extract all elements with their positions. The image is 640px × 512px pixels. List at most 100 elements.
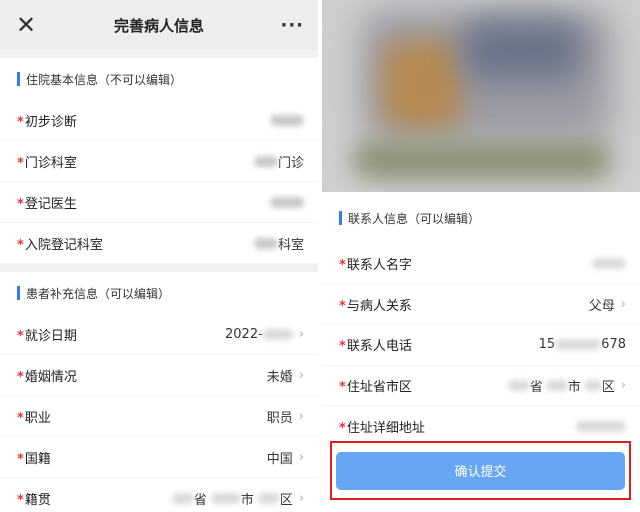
submit-highlight-box: 确认提交 xyxy=(330,441,631,500)
row-nationality[interactable]: *国籍 中国 › xyxy=(0,437,318,478)
section-accent-bar xyxy=(17,72,20,86)
row-registering-doctor: *登记医生 xyxy=(0,182,318,223)
row-label: 联系人名字 xyxy=(346,258,412,274)
section-title-basic: 住院基本信息（不可以编辑） xyxy=(0,58,318,100)
row-value xyxy=(576,420,626,432)
chevron-right-icon: › xyxy=(298,408,304,424)
section-title-text: 联系人信息（可以编辑） xyxy=(348,211,481,226)
row-label: 门诊科室 xyxy=(24,155,77,171)
row-value: 省 市 区 › xyxy=(507,376,626,395)
chevron-right-icon: › xyxy=(298,326,304,342)
row-value: 未婚 › xyxy=(267,366,304,385)
row-value xyxy=(592,258,626,270)
row-value-text: 科室 xyxy=(277,237,304,253)
row-value: 科室 xyxy=(253,234,304,253)
redacted-value xyxy=(253,237,278,249)
row-label: 国籍 xyxy=(24,451,51,467)
redacted-value xyxy=(257,493,280,504)
redacted-value xyxy=(507,379,530,391)
redacted-value xyxy=(171,493,194,504)
required-mark: * xyxy=(339,420,346,436)
contact-info-panel: 联系人信息（可以编辑） *联系人名字 *与病人关系 父母 › *联系人电话 15 6… xyxy=(322,0,640,512)
redacted-value xyxy=(555,339,602,351)
redacted-value xyxy=(262,328,293,340)
required-mark: * xyxy=(17,237,24,253)
required-mark: * xyxy=(17,155,24,171)
redacted-value xyxy=(583,379,602,391)
row-value-text: 未婚 xyxy=(266,369,293,385)
city-text: 市 xyxy=(240,493,254,508)
phone-prefix: 15 xyxy=(538,337,556,353)
row-marital-status[interactable]: *婚姻情况 未婚 › xyxy=(0,355,318,396)
row-label: 就诊日期 xyxy=(24,328,77,344)
row-label: 婚姻情况 xyxy=(24,369,77,385)
row-value-text: 2022- xyxy=(225,326,263,342)
row-initial-diagnosis: *初步诊断 xyxy=(0,100,318,141)
section-accent-bar xyxy=(339,211,342,225)
row-value: 2022- › xyxy=(225,327,304,342)
redacted-value xyxy=(270,196,304,208)
row-value: 15 678 xyxy=(539,337,626,352)
row-label: 入院登记科室 xyxy=(24,237,103,253)
province-text: 省 xyxy=(193,493,207,508)
redacted-value xyxy=(592,258,626,270)
header-bar: ✕ 完善病人信息 ··· xyxy=(0,0,318,50)
required-mark: * xyxy=(17,328,24,344)
row-value: 省 市 区 › xyxy=(171,489,304,508)
required-mark: * xyxy=(17,410,24,426)
row-label: 联系人电话 xyxy=(346,339,412,355)
row-value xyxy=(270,114,304,126)
required-mark: * xyxy=(339,298,346,314)
row-address-region[interactable]: *住址省市区 省 市 区 › xyxy=(322,366,640,406)
row-label: 与病人关系 xyxy=(346,298,412,314)
patient-info-panel: ✕ 完善病人信息 ··· 住院基本信息（不可以编辑） *初步诊断 *门诊科室 门… xyxy=(0,0,318,512)
row-value xyxy=(270,196,304,208)
page-title: 完善病人信息 xyxy=(113,16,204,35)
more-menu-icon[interactable]: ··· xyxy=(280,15,304,36)
row-value: 中国 › xyxy=(267,448,304,467)
row-value-text: 中国 xyxy=(266,451,293,467)
required-mark: * xyxy=(339,258,346,274)
section-title-supplementary: 患者补充信息（可以编辑） xyxy=(0,272,318,314)
required-mark: * xyxy=(339,379,346,395)
row-label: 住址省市区 xyxy=(346,379,412,395)
redacted-value xyxy=(576,420,626,432)
row-contact-phone[interactable]: *联系人电话 15 678 xyxy=(322,325,640,366)
chevron-right-icon: › xyxy=(298,367,304,383)
row-label: 登记医生 xyxy=(24,196,77,212)
section-title-text: 患者补充信息（可以编辑） xyxy=(26,286,171,301)
row-value-text: 门诊 xyxy=(277,155,304,171)
row-native-place[interactable]: *籍贯 省 市 区 › xyxy=(0,478,318,512)
chevron-right-icon: › xyxy=(620,296,626,312)
close-icon[interactable]: ✕ xyxy=(14,13,38,37)
row-label: 职业 xyxy=(24,410,51,426)
redacted-value xyxy=(270,114,304,126)
row-label: 籍贯 xyxy=(24,493,51,508)
section-title-text: 住院基本信息（不可以编辑） xyxy=(26,72,183,87)
redacted-value xyxy=(253,155,278,167)
section-accent-bar xyxy=(17,286,20,300)
required-mark: * xyxy=(17,114,24,130)
submit-button[interactable]: 确认提交 xyxy=(336,451,625,490)
row-value: 职员 › xyxy=(267,407,304,426)
divider xyxy=(0,50,318,58)
row-label: 住址详细地址 xyxy=(346,420,425,436)
row-value: 父母 › xyxy=(589,295,626,314)
row-relationship[interactable]: *与病人关系 父母 › xyxy=(322,285,640,325)
row-contact-name[interactable]: *联系人名字 xyxy=(322,244,640,285)
city-text: 市 xyxy=(567,379,581,395)
redacted-value xyxy=(210,493,241,504)
district-text: 区 xyxy=(279,493,293,508)
required-mark: * xyxy=(17,493,24,508)
phone-suffix: 678 xyxy=(601,337,626,353)
row-occupation[interactable]: *职业 职员 › xyxy=(0,396,318,437)
required-mark: * xyxy=(339,339,346,355)
province-text: 省 xyxy=(529,379,543,395)
redacted-value xyxy=(545,379,568,391)
chevron-right-icon: › xyxy=(298,449,304,465)
required-mark: * xyxy=(17,196,24,212)
row-visit-date[interactable]: *就诊日期 2022- › xyxy=(0,314,318,355)
row-value-text: 职员 xyxy=(266,410,293,426)
required-mark: * xyxy=(17,369,24,385)
section-title-contact: 联系人信息（可以编辑） xyxy=(322,192,640,244)
